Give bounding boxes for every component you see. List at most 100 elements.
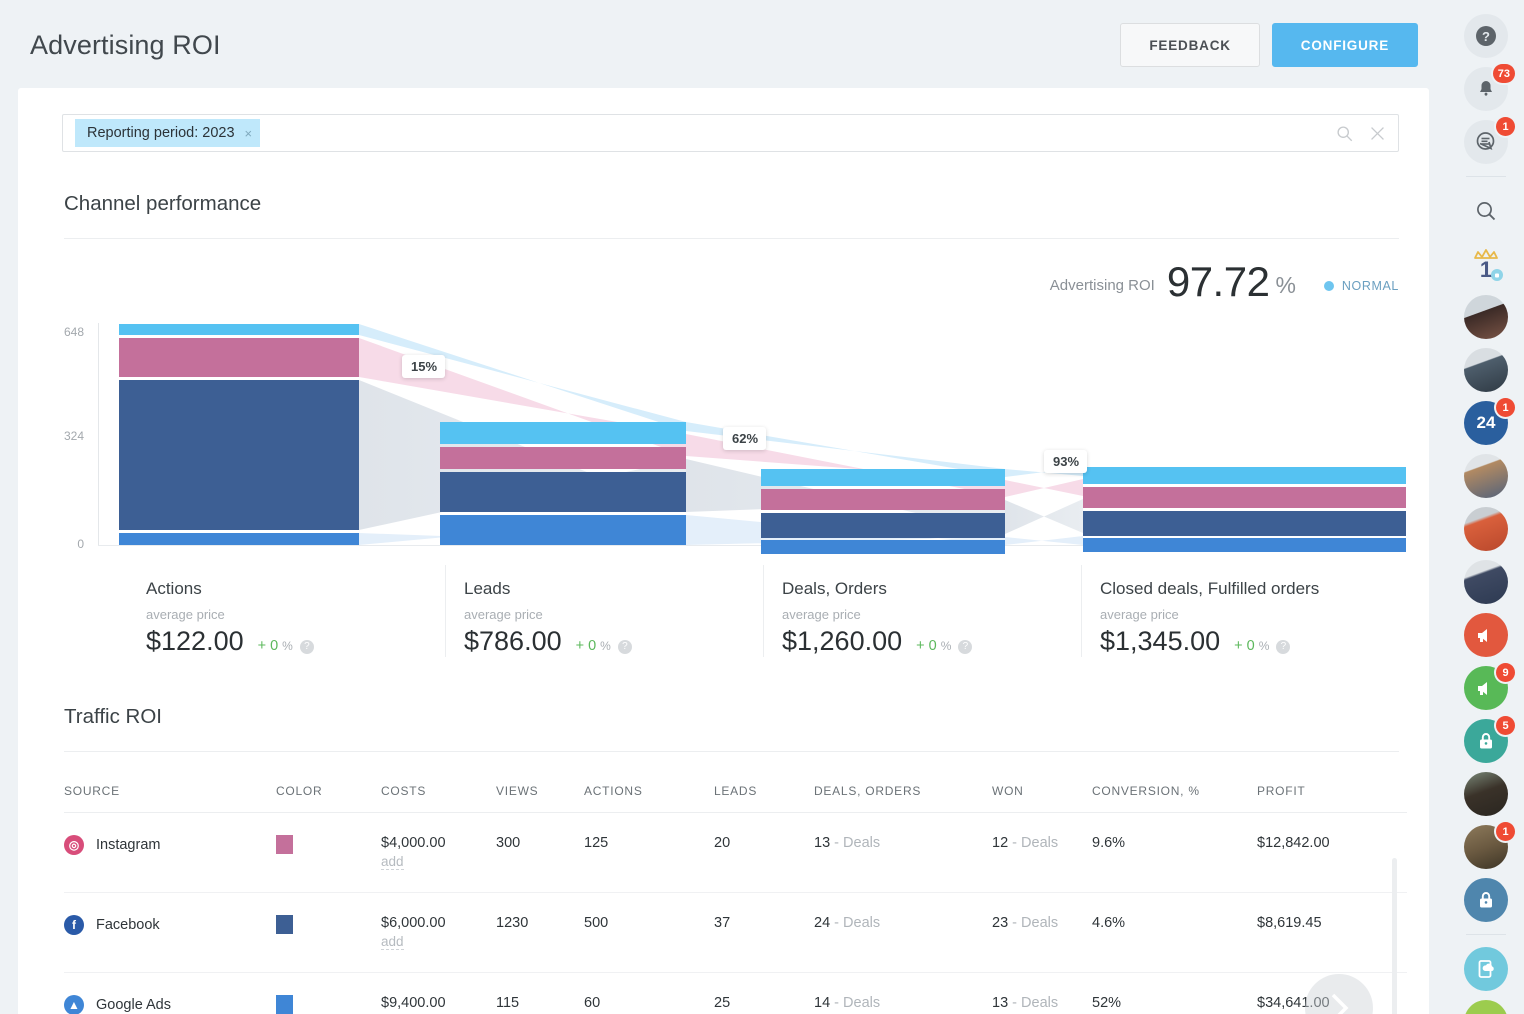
costs-value: $6,000.00	[381, 915, 496, 931]
lock-blue-icon[interactable]	[1464, 878, 1508, 922]
stage-delta: + 0	[258, 638, 279, 654]
source-cell: f Facebook	[64, 915, 276, 935]
clear-icon[interactable]	[1369, 125, 1386, 142]
messages-icon	[1475, 131, 1497, 153]
filter-chip-reporting-period[interactable]: Reporting period: 2023 ×	[75, 119, 260, 147]
table-row[interactable]: ◎ Instagram $4,000.00 add 300 125 20 13 …	[64, 813, 1407, 893]
search-icon[interactable]	[1336, 125, 1353, 142]
level-one-icon[interactable]: 1	[1464, 242, 1508, 286]
deals-value: 13	[814, 835, 830, 851]
costs-value: $9,400.00	[381, 995, 496, 1011]
column-header-color[interactable]: COLOR	[276, 752, 381, 813]
google-ads-icon: ▲	[64, 995, 84, 1014]
avatar[interactable]	[1464, 772, 1508, 816]
leads-value: 37	[714, 893, 814, 973]
source-name: Google Ads	[96, 997, 171, 1013]
avatar[interactable]	[1464, 507, 1508, 551]
actions-value: 60	[584, 973, 714, 1014]
views-value: 1230	[496, 893, 584, 973]
avatar[interactable]: 1	[1464, 825, 1508, 869]
avatar[interactable]	[1464, 560, 1508, 604]
color-swatch[interactable]	[276, 835, 293, 854]
call-icon[interactable]	[1464, 1000, 1508, 1014]
bell-icon	[1476, 79, 1496, 99]
column-header-leads[interactable]: LEADS	[714, 752, 814, 813]
stage-subtitle: average price	[464, 607, 763, 622]
roi-label: Advertising ROI	[1050, 277, 1155, 294]
search-icon[interactable]	[1464, 189, 1508, 233]
question-mark-icon: ?	[1475, 25, 1497, 47]
help-icon[interactable]: ?	[1464, 14, 1508, 58]
campaign-icon[interactable]	[1464, 613, 1508, 657]
avatar[interactable]	[1464, 454, 1508, 498]
stage-card-deals: Deals, Orders average price $1,260.00 + …	[763, 565, 1081, 657]
add-cost-link[interactable]: add	[381, 854, 404, 870]
column-header-profit[interactable]: PROFIT	[1257, 752, 1407, 813]
won-value: 13	[992, 995, 1008, 1011]
roi-summary: Advertising ROI 97.72 % NORMAL	[64, 255, 1399, 303]
column-header-source[interactable]: SOURCE	[64, 752, 276, 813]
counter-24-icon[interactable]: 24 1	[1464, 401, 1508, 445]
counter-24-label: 24	[1477, 413, 1496, 433]
help-icon[interactable]: ?	[958, 640, 972, 654]
add-cost-link[interactable]: add	[381, 934, 404, 950]
stage-delta: + 0	[916, 638, 937, 654]
column-header-deals[interactable]: DEALS, ORDERS	[814, 752, 992, 813]
status-dot-icon	[1324, 281, 1334, 291]
stage-delta-unit: %	[600, 639, 611, 653]
megaphone-icon	[1474, 676, 1498, 700]
stage-delta-unit: %	[282, 639, 293, 653]
traffic-roi-table: SOURCE COLOR COSTS VIEWS ACTIONS LEADS D…	[64, 752, 1407, 1014]
column-header-won[interactable]: WON	[992, 752, 1092, 813]
conversion-badge-1-value: 15%	[411, 359, 437, 374]
chat-icon[interactable]: 1	[1464, 120, 1508, 164]
table-row[interactable]: f Facebook $6,000.00 add 1230 500 37 24 …	[64, 893, 1407, 973]
filter-icons	[1336, 115, 1386, 151]
stage-name: Closed deals, Fulfilled orders	[1100, 579, 1399, 599]
leads-value: 25	[714, 973, 814, 1014]
broadcast-badge: 9	[1496, 663, 1515, 682]
deals-suffix: - Deals	[834, 995, 880, 1011]
deals-value: 24	[814, 915, 830, 931]
column-header-views[interactable]: VIEWS	[496, 752, 584, 813]
source-name: Facebook	[96, 917, 160, 933]
broadcast-icon[interactable]: 9	[1464, 666, 1508, 710]
page-title: Advertising ROI	[30, 30, 221, 61]
bar-actions-other	[119, 324, 359, 335]
color-swatch[interactable]	[276, 995, 293, 1014]
mobile-sync-icon[interactable]	[1464, 947, 1508, 991]
column-header-conversion[interactable]: CONVERSION, %	[1092, 752, 1257, 813]
stage-delta-unit: %	[1259, 639, 1270, 653]
status-badge: NORMAL	[1324, 279, 1399, 293]
lock-teal-icon[interactable]: 5	[1464, 719, 1508, 763]
filter-bar[interactable]: Reporting period: 2023 ×	[62, 114, 1399, 152]
stage-card-actions: Actions average price $122.00 + 0 % ?	[128, 565, 445, 657]
leads-value: 20	[714, 813, 814, 893]
app-root: Advertising ROI FEEDBACK CONFIGURE Repor…	[0, 0, 1524, 1014]
column-header-costs[interactable]: COSTS	[381, 752, 496, 813]
color-swatch[interactable]	[276, 915, 293, 934]
close-icon[interactable]: ×	[245, 126, 253, 141]
feedback-button[interactable]: FEEDBACK	[1120, 23, 1259, 67]
help-icon[interactable]: ?	[618, 640, 632, 654]
lock-icon	[1475, 730, 1497, 752]
table-row[interactable]: ▲ Google Ads $9,400.00 115 60 25 14 - De…	[64, 973, 1407, 1014]
content-panel: Reporting period: 2023 × Channel perform…	[18, 88, 1429, 1014]
funnel-chart: 648 324 0	[18, 309, 1429, 559]
column-header-actions[interactable]: ACTIONS	[584, 752, 714, 813]
help-icon[interactable]: ?	[1276, 640, 1290, 654]
costs-value: $4,000.00	[381, 835, 496, 851]
table-scrollbar[interactable]	[1392, 858, 1397, 1014]
bar-closed-other	[1083, 467, 1406, 484]
avatar[interactable]	[1464, 348, 1508, 392]
notifications-icon[interactable]: 73	[1464, 67, 1508, 111]
rail-divider	[1466, 934, 1506, 935]
configure-button[interactable]: CONFIGURE	[1272, 23, 1418, 67]
bar-closed-googleads	[1083, 538, 1406, 552]
bar-deals-instagram	[761, 489, 1005, 510]
help-icon[interactable]: ?	[300, 640, 314, 654]
bar-closed-instagram	[1083, 487, 1406, 508]
stage-name: Leads	[464, 579, 763, 599]
stage-cards: Actions average price $122.00 + 0 % ? Le…	[128, 565, 1399, 657]
avatar[interactable]	[1464, 295, 1508, 339]
